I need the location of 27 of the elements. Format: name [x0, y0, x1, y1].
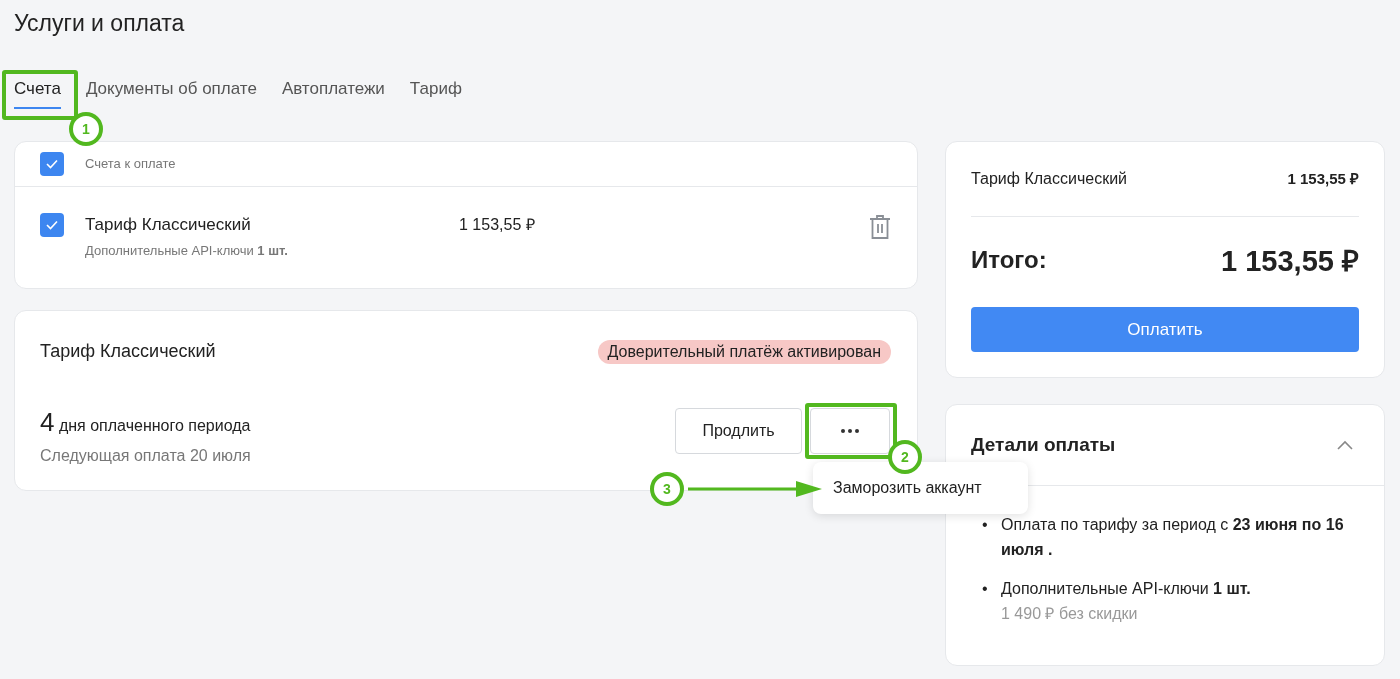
extend-button[interactable]: Продлить: [675, 408, 802, 454]
details-title: Детали оплаты: [971, 432, 1116, 457]
tab[interactable]: Счета: [14, 78, 61, 109]
next-payment: Следующая оплата 20 июля: [40, 446, 251, 466]
detail-text: Оплата по тарифу за период с 23 июня по 16 июля .: [1001, 515, 1345, 560]
list-header: Счета к оплате: [85, 155, 176, 174]
total-label: Итого:: [971, 245, 1047, 275]
tab[interactable]: Документы об оплате: [85, 78, 257, 109]
invoice-title: Тариф Классический: [85, 214, 252, 236]
detail-text: Дополнительные API-ключи 1 шт.: [1001, 579, 1251, 599]
plan-title: Тариф Классический: [40, 340, 216, 363]
bullet: •: [982, 579, 989, 599]
step-number: 1: [69, 112, 103, 146]
step-number: 3: [650, 472, 684, 506]
page-title: Услуги и оплата: [14, 9, 186, 38]
status-badge: Доверительный платёж активирован: [597, 339, 891, 364]
menu-item[interactable]: Заморозить аккаунт: [833, 475, 1008, 501]
detail-note: 1 490 ₽ без скидки: [1001, 604, 1139, 624]
invoice-subtitle: Дополнительные API-ключи 1 шт.: [85, 242, 289, 260]
paid-days: 4 дня оплаченного периода: [40, 407, 251, 438]
invoice-amount: 1 153,55 ₽: [459, 215, 535, 235]
summary-line-amount: 1 153,55 ₽: [1287, 168, 1359, 189]
bullet: •: [982, 515, 989, 535]
tab[interactable]: Тариф: [409, 78, 462, 109]
total-amount: 1 153,55 ₽: [1221, 244, 1359, 280]
tab[interactable]: Автоплатежи: [281, 78, 385, 109]
summary-line-label: Тариф Классический: [971, 169, 1127, 189]
